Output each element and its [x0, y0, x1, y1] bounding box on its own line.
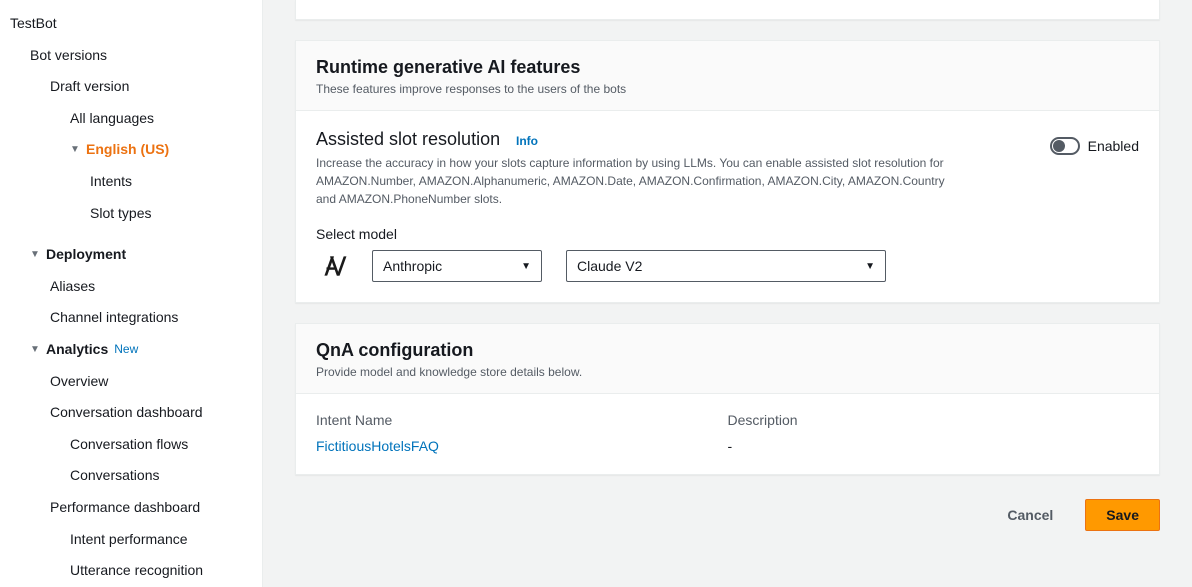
- nav-label: TestBot: [10, 14, 57, 34]
- nav-label: Draft version: [50, 77, 129, 97]
- main-content: Runtime generative AI features These fea…: [263, 0, 1192, 587]
- select-model-label: Select model: [316, 226, 1139, 242]
- nav-label: Analytics: [46, 340, 108, 360]
- nav-label: Deployment: [46, 245, 126, 265]
- nav-label: Bot versions: [30, 46, 107, 66]
- sidebar-item-draft-version[interactable]: Draft version: [0, 71, 262, 103]
- caret-down-icon: ▼: [30, 343, 44, 357]
- toggle-knob: [1053, 140, 1065, 152]
- panel-subtitle: These features improve responses to the …: [316, 82, 1139, 96]
- qna-table: Intent Name FictitiousHotelsFAQ Descript…: [316, 412, 1139, 454]
- panel-header: QnA configuration Provide model and know…: [296, 324, 1159, 394]
- new-badge: New: [114, 341, 138, 358]
- panel-subtitle: Provide model and knowledge store detail…: [316, 365, 1139, 379]
- qna-intent-name-col: Intent Name FictitiousHotelsFAQ: [316, 412, 728, 454]
- nav-label: Conversation dashboard: [50, 403, 203, 423]
- cancel-button[interactable]: Cancel: [987, 499, 1073, 531]
- sidebar-item-bot-versions[interactable]: Bot versions: [0, 40, 262, 72]
- toggle-label: Enabled: [1088, 138, 1139, 154]
- intent-name-link[interactable]: FictitiousHotelsFAQ: [316, 438, 439, 454]
- sidebar-section-analytics[interactable]: ▼ Analytics New: [0, 334, 262, 366]
- provider-select[interactable]: Anthropic ▼: [372, 250, 542, 282]
- nav-label: Aliases: [50, 277, 95, 297]
- enabled-toggle-wrap: Enabled: [1050, 137, 1139, 155]
- select-model-row: Anthropic ▼ Claude V2 ▼: [316, 250, 1139, 282]
- feature-description: Increase the accuracy in how your slots …: [316, 154, 956, 208]
- panel-body: Intent Name FictitiousHotelsFAQ Descript…: [296, 394, 1159, 474]
- nav-label: Slot types: [90, 204, 151, 224]
- nav-label: Conversations: [70, 466, 160, 486]
- select-value: Anthropic: [383, 258, 442, 274]
- chevron-down-icon: ▼: [521, 261, 531, 272]
- select-value: Claude V2: [577, 258, 642, 274]
- chevron-down-icon: ▼: [865, 261, 875, 272]
- nav-label: Performance dashboard: [50, 498, 200, 518]
- nav-label: Channel integrations: [50, 308, 178, 328]
- qna-description-col: Description -: [728, 412, 1140, 454]
- sidebar-section-deployment[interactable]: ▼ Deployment: [0, 239, 262, 271]
- footer-actions: Cancel Save: [295, 475, 1160, 555]
- feature-title: Assisted slot resolution: [316, 129, 500, 150]
- feature-text: Assisted slot resolution Info Increase t…: [316, 129, 956, 208]
- sidebar-item-slot-types[interactable]: Slot types: [0, 198, 262, 230]
- runtime-ai-panel: Runtime generative AI features These fea…: [295, 40, 1160, 303]
- sidebar-item-all-languages[interactable]: All languages: [0, 103, 262, 135]
- nav-label: Conversation flows: [70, 435, 188, 455]
- panel-body: Assisted slot resolution Info Increase t…: [296, 111, 1159, 302]
- description-value: -: [728, 438, 1140, 454]
- sidebar-item-english-us[interactable]: ▼ English (US): [0, 134, 262, 166]
- caret-down-icon: ▼: [30, 248, 44, 262]
- sidebar-item-conversation-dashboard[interactable]: Conversation dashboard: [0, 397, 262, 429]
- sidebar-item-testbot[interactable]: TestBot: [0, 8, 262, 40]
- sidebar-item-channel-integrations[interactable]: Channel integrations: [0, 302, 262, 334]
- sidebar-item-performance-dashboard[interactable]: Performance dashboard: [0, 492, 262, 524]
- qna-config-panel: QnA configuration Provide model and know…: [295, 323, 1160, 475]
- sidebar-item-aliases[interactable]: Aliases: [0, 271, 262, 303]
- model-select[interactable]: Claude V2 ▼: [566, 250, 886, 282]
- enabled-toggle[interactable]: [1050, 137, 1080, 155]
- sidebar-item-intent-performance[interactable]: Intent performance: [0, 524, 262, 556]
- sidebar-item-utterance-recognition[interactable]: Utterance recognition: [0, 555, 262, 587]
- nav-label: Utterance recognition: [70, 561, 203, 581]
- panel-header: Runtime generative AI features These fea…: [296, 41, 1159, 111]
- nav-label: All languages: [70, 109, 154, 129]
- sidebar-item-intents[interactable]: Intents: [0, 166, 262, 198]
- sidebar-nav: TestBot Bot versions Draft version All l…: [0, 0, 263, 587]
- description-header: Description: [728, 412, 1140, 428]
- nav-label: Overview: [50, 372, 108, 392]
- sidebar-item-conversation-flows[interactable]: Conversation flows: [0, 429, 262, 461]
- nav-label: Intent performance: [70, 530, 188, 550]
- intent-name-header: Intent Name: [316, 412, 728, 428]
- anthropic-logo-icon: [316, 255, 348, 277]
- assisted-slot-row: Assisted slot resolution Info Increase t…: [316, 129, 1139, 208]
- sidebar-item-overview[interactable]: Overview: [0, 366, 262, 398]
- nav-label: Intents: [90, 172, 132, 192]
- info-link[interactable]: Info: [516, 134, 538, 148]
- sidebar-item-conversations[interactable]: Conversations: [0, 460, 262, 492]
- panel-title: Runtime generative AI features: [316, 57, 1139, 78]
- nav-label: English (US): [86, 140, 169, 160]
- caret-down-icon: ▼: [70, 143, 84, 157]
- panel-title: QnA configuration: [316, 340, 1139, 361]
- previous-panel-stub: [295, 0, 1160, 20]
- save-button[interactable]: Save: [1085, 499, 1160, 531]
